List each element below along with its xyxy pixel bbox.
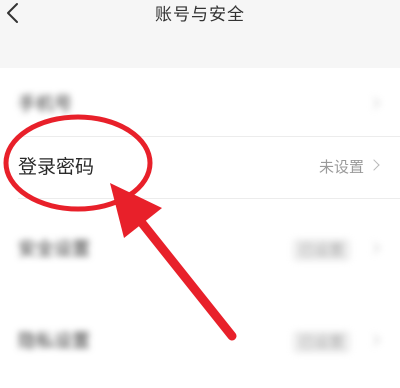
chevron-right-icon [368,97,380,109]
settings-list: 手机号 登录密码 未设置 安全设置 已设置 隐私设置 已设置 [0,68,400,388]
page-title: 账号与安全 [155,5,245,25]
settings-row-phone[interactable]: 手机号 [0,74,400,136]
chevron-right-icon [368,242,380,254]
nav-bar: 账号与安全 [0,0,400,36]
chevron-right-icon [368,334,380,346]
divider [18,198,400,199]
settings-row-login-password[interactable]: 登录密码 未设置 [0,136,400,198]
row-label: 手机号 [18,94,72,115]
account-security-screen: 账号与安全 手机号 登录密码 未设置 安全设置 已设置 隐私设置 已设置 [0,0,400,388]
row-label: 安全设置 [18,239,90,260]
settings-row-privacy[interactable]: 隐私设置 已设置 [0,311,400,373]
row-label: 隐私设置 [18,331,90,352]
chevron-right-icon [368,159,380,171]
row-value: 已设置 [292,239,350,261]
row-label: 登录密码 [18,156,95,178]
row-value: 未设置 [318,158,364,176]
row-value: 已设置 [292,331,350,353]
settings-row-security[interactable]: 安全设置 已设置 [0,219,400,281]
